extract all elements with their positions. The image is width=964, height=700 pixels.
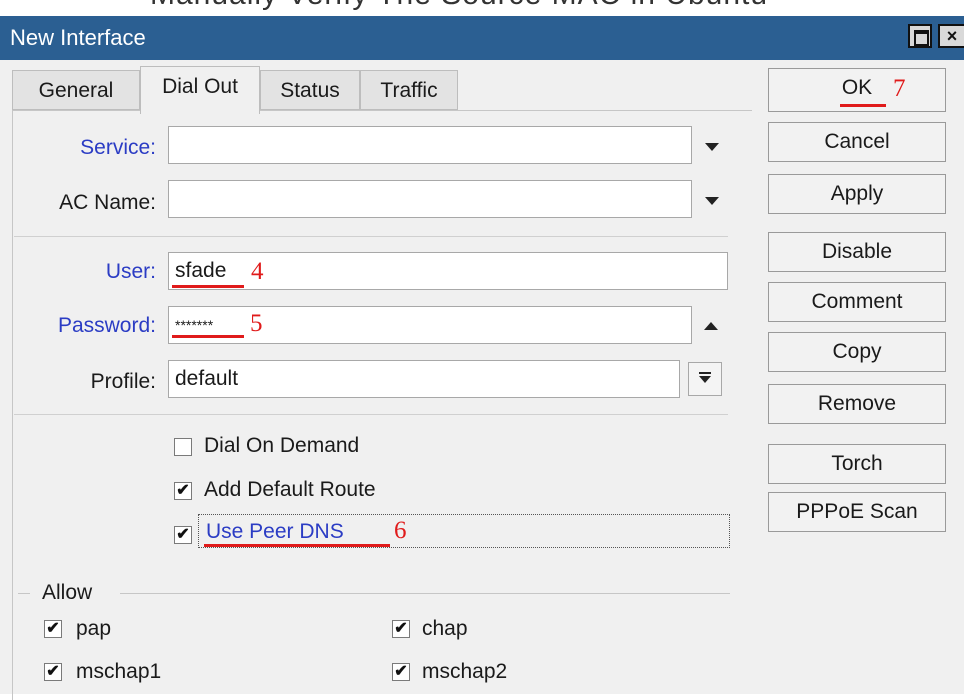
service-label: Service:: [80, 136, 156, 159]
group-border: [18, 593, 30, 594]
service-dropdown-icon[interactable]: [705, 143, 719, 151]
user-label: User:: [105, 260, 156, 283]
close-icon[interactable]: ×: [938, 24, 964, 48]
disable-button[interactable]: Disable: [768, 232, 946, 272]
profile-field[interactable]: default: [168, 360, 680, 398]
window-title: New Interface: [10, 25, 146, 50]
ac-name-dropdown-icon[interactable]: [705, 197, 719, 205]
annotation-number: 7: [893, 75, 906, 102]
cropped-heading: Manually Verify The Source MAC in Ubuntu: [0, 0, 964, 16]
annotation-underline: [840, 104, 886, 107]
torch-button[interactable]: Torch: [768, 444, 946, 484]
mschap1-checkbox[interactable]: ✔: [44, 663, 62, 681]
annotation-underline: [172, 335, 244, 338]
separator: [14, 414, 728, 415]
annotation-underline: [172, 285, 244, 288]
ac-name-label: AC Name:: [59, 191, 156, 214]
group-border: [120, 593, 730, 594]
remove-button[interactable]: Remove: [768, 384, 946, 424]
ac-name-field[interactable]: [168, 180, 692, 218]
password-field[interactable]: *******: [168, 306, 692, 344]
pap-checkbox[interactable]: ✔: [44, 620, 62, 638]
maximize-icon[interactable]: [908, 24, 932, 48]
password-value: *******: [175, 317, 214, 333]
tab-traffic[interactable]: Traffic: [360, 70, 458, 110]
add-default-route-checkbox[interactable]: ✔: [174, 482, 192, 500]
dial-on-demand-label: Dial On Demand: [204, 434, 360, 457]
tab-dial-out[interactable]: Dial Out: [140, 66, 260, 114]
ok-label: OK: [841, 76, 873, 99]
cropped-heading-text: Manually Verify The Source MAC in Ubuntu: [150, 0, 768, 12]
tab-general[interactable]: General: [12, 70, 140, 110]
window-titlebar: New Interface ×: [0, 16, 964, 60]
pppoe-scan-button[interactable]: PPPoE Scan: [768, 492, 946, 532]
user-value: sfade: [175, 259, 227, 282]
add-default-route-label: Add Default Route: [204, 478, 376, 501]
annotation-number: 6: [394, 517, 407, 544]
password-label: Password:: [57, 314, 156, 337]
mschap2-label: mschap2: [422, 660, 508, 683]
copy-button[interactable]: Copy: [768, 332, 946, 372]
allow-group-title: Allow: [42, 581, 93, 604]
chap-checkbox[interactable]: ✔: [392, 620, 410, 638]
service-field[interactable]: [168, 126, 692, 164]
annotation-number: 4: [251, 258, 264, 285]
password-toggle-icon[interactable]: [704, 322, 718, 330]
cancel-button[interactable]: Cancel: [768, 122, 946, 162]
pap-label: pap: [76, 617, 112, 640]
comment-button[interactable]: Comment: [768, 282, 946, 322]
annotation-underline: [204, 544, 390, 547]
apply-button[interactable]: Apply: [768, 174, 946, 214]
use-peer-dns-label: Use Peer DNS: [206, 520, 344, 543]
annotation-number: 5: [250, 310, 263, 337]
use-peer-dns-checkbox[interactable]: ✔: [174, 526, 192, 544]
profile-dropdown-icon[interactable]: [688, 362, 722, 396]
profile-label: Profile:: [90, 370, 156, 393]
chap-label: chap: [422, 617, 468, 640]
dialog-body: General Dial Out Status Traffic Service:…: [0, 60, 964, 700]
separator: [14, 236, 728, 237]
tab-status[interactable]: Status: [260, 70, 360, 110]
mschap2-checkbox[interactable]: ✔: [392, 663, 410, 681]
dial-on-demand-checkbox[interactable]: [174, 438, 192, 456]
mschap1-label: mschap1: [76, 660, 162, 683]
